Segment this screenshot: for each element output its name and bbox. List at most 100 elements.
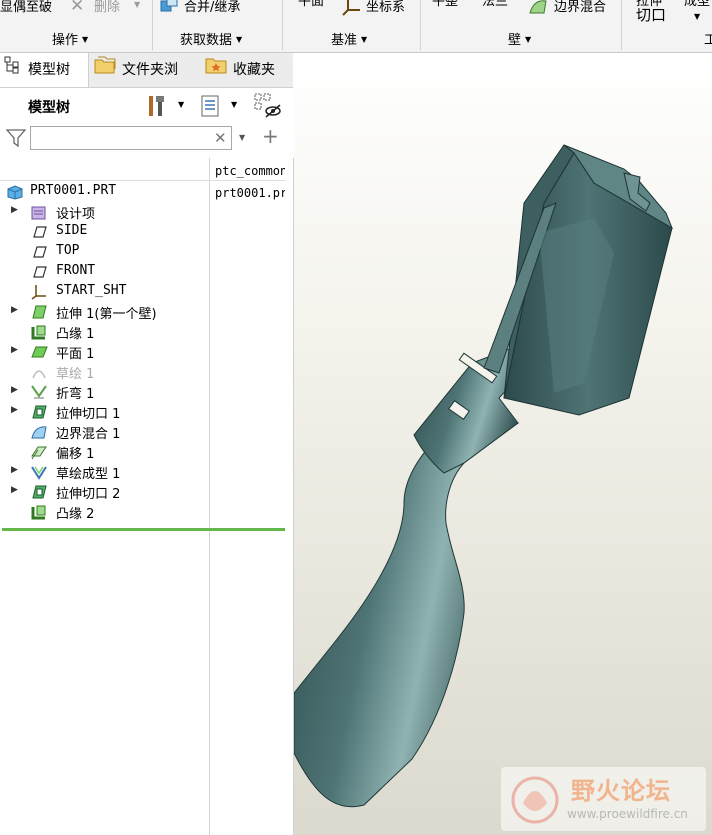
tree-item-label: 拉伸切口 1 — [56, 407, 121, 422]
chevron-down-icon[interactable]: ▼ — [178, 100, 184, 109]
form-button[interactable]: 成型 — [684, 0, 710, 9]
add-icon[interactable]: + — [262, 124, 279, 148]
tree-item[interactable]: ▶ 折弯 1 — [0, 382, 209, 402]
group-engineering[interactable]: 工 — [704, 29, 712, 48]
expand-icon[interactable]: ▶ — [11, 405, 18, 415]
tree-item[interactable]: 偏移 1 — [0, 442, 209, 462]
chevron-down-icon: ▼ — [134, 0, 141, 9]
model-tree-header: 模型树 ▼ ▼ — [0, 88, 293, 124]
planar-wall-icon — [30, 344, 48, 360]
merge-inherit-icon — [160, 0, 178, 13]
tree-item-label: 拉伸 1(第一个壁) — [56, 307, 157, 322]
expand-icon[interactable]: ▶ — [11, 205, 18, 215]
tree-item-label: 设计项 — [56, 207, 96, 222]
tab-folder-browser[interactable]: 文件夹浏 — [94, 53, 178, 87]
tree-item[interactable]: TOP — [0, 242, 209, 262]
tree-item[interactable]: PRT0001.PRT — [0, 182, 209, 202]
tree-item[interactable]: ▶ 拉伸切口 1 — [0, 402, 209, 422]
extrude-wall-icon — [30, 304, 48, 320]
tree-item[interactable]: ▶ 草绘成型 1 — [0, 462, 209, 482]
tree-item-label: 凸缘 1 — [56, 327, 95, 342]
tree-item[interactable]: START_SHT — [0, 282, 209, 302]
sketched-form-icon — [30, 464, 48, 480]
insert-here-indicator[interactable] — [2, 528, 285, 531]
tree-item[interactable]: SIDE — [0, 222, 209, 242]
favorites-folder-icon — [205, 53, 227, 87]
datum-plane-icon — [30, 244, 48, 260]
extrude-cut-icon — [30, 484, 48, 500]
flange-button[interactable]: 法兰 — [482, 0, 508, 9]
plane-button[interactable]: 平面 — [298, 0, 324, 9]
extrude-cut-icon — [30, 404, 48, 420]
tab-model-tree[interactable]: 模型树 — [0, 53, 89, 87]
boundary-blend-button[interactable]: 边界混合 — [554, 0, 606, 15]
filter-icon[interactable] — [5, 128, 27, 148]
forum-logo-icon — [507, 773, 563, 827]
chevron-down-icon: ▼ — [694, 12, 701, 21]
tree-settings-icon[interactable] — [146, 94, 170, 118]
ribbon-separator — [152, 0, 153, 50]
tree-search-input[interactable] — [30, 126, 232, 150]
column-header-common-name[interactable]: ptc_common_name — [215, 164, 285, 178]
delete-icon: ✕ — [70, 0, 85, 16]
tree-item-label: FRONT — [56, 263, 96, 278]
expand-icon[interactable]: ▶ — [11, 345, 18, 355]
tree-item[interactable]: ▶ 拉伸切口 2 — [0, 482, 209, 502]
group-get-data[interactable]: 获取数据 ▼ — [180, 29, 242, 48]
expand-icon[interactable]: ▶ — [11, 385, 18, 395]
flange-icon — [30, 504, 48, 520]
expand-icon[interactable]: ▶ — [11, 465, 18, 475]
graphics-viewport[interactable]: 野火论坛 www.proewildfire.cn — [294, 53, 712, 835]
tube-body — [294, 412, 520, 808]
tab-favorites[interactable]: 收藏夹 — [205, 53, 275, 87]
column-divider[interactable] — [209, 158, 210, 835]
tree-item-label: 偏移 1 — [56, 447, 95, 462]
expand-icon[interactable]: ▶ — [11, 485, 18, 495]
sheetmetal-model[interactable] — [294, 53, 712, 835]
offset-icon — [30, 444, 48, 460]
ribbon-separator — [621, 0, 622, 50]
tree-item[interactable]: ▶ 平面 1 — [0, 342, 209, 362]
ribbon-item-0[interactable]: 显偶至破 — [0, 0, 52, 15]
ribbon-separator — [282, 0, 283, 50]
tree-item[interactable]: 草绘 1 — [0, 362, 209, 382]
tree-item[interactable]: 凸缘 1 — [0, 322, 209, 342]
clear-icon[interactable]: ✕ — [214, 129, 227, 147]
navigator-tabs: 模型树 文件夹浏 收藏夹 — [0, 53, 293, 88]
tree-item[interactable]: ▶ 拉伸 1(第一个壁) — [0, 302, 209, 322]
cut-button[interactable]: 切口 — [636, 4, 666, 25]
merge-inherit-button[interactable]: 合并/继承 — [184, 0, 240, 15]
tree-item-label: SIDE — [56, 223, 88, 238]
tree-item[interactable]: ▶ 设计项 — [0, 202, 209, 222]
tree-item-label: TOP — [56, 243, 80, 258]
delete-button[interactable]: 删除 — [94, 0, 120, 15]
show-options-icon[interactable] — [200, 94, 222, 118]
boundary-blend-icon — [30, 424, 48, 440]
tree-item[interactable]: FRONT — [0, 262, 209, 282]
group-walls[interactable]: 壁 ▼ — [508, 29, 531, 48]
tree-item[interactable]: 边界混合 1 — [0, 422, 209, 442]
expand-icon[interactable]: ▶ — [11, 305, 18, 315]
folder-icon — [94, 53, 116, 87]
tree-item-label: START_SHT — [56, 283, 127, 298]
tree-item[interactable]: 凸缘 2 — [0, 502, 209, 522]
coordinate-system-icon — [30, 284, 48, 300]
model-tree-icon — [4, 53, 22, 87]
column-visibility-icon[interactable] — [254, 93, 282, 119]
tree-item-label: 草绘 1 — [56, 367, 95, 382]
datum-plane-icon — [30, 264, 48, 280]
coordinate-system-button[interactable]: 坐标系 — [366, 0, 405, 15]
group-datum[interactable]: 基准 ▼ — [331, 29, 367, 48]
column-header-line — [0, 180, 286, 181]
group-operations[interactable]: 操作 ▼ — [52, 29, 88, 48]
chevron-down-icon[interactable]: ▼ — [239, 133, 245, 142]
watermark-title: 野火论坛 — [571, 777, 671, 805]
part-icon — [6, 184, 24, 200]
watermark: 野火论坛 www.proewildfire.cn — [501, 767, 706, 831]
tree-item-label: 平面 1 — [56, 347, 95, 362]
chevron-down-icon[interactable]: ▼ — [231, 100, 237, 109]
tree-item-label: 拉伸切口 2 — [56, 487, 121, 502]
tree-item-label: 折弯 1 — [56, 387, 95, 402]
flat-wall-button[interactable]: 平整 — [432, 0, 458, 9]
model-tree: ptc_common_name prt0001.prt PRT0001.PRT ▶… — [0, 158, 294, 835]
